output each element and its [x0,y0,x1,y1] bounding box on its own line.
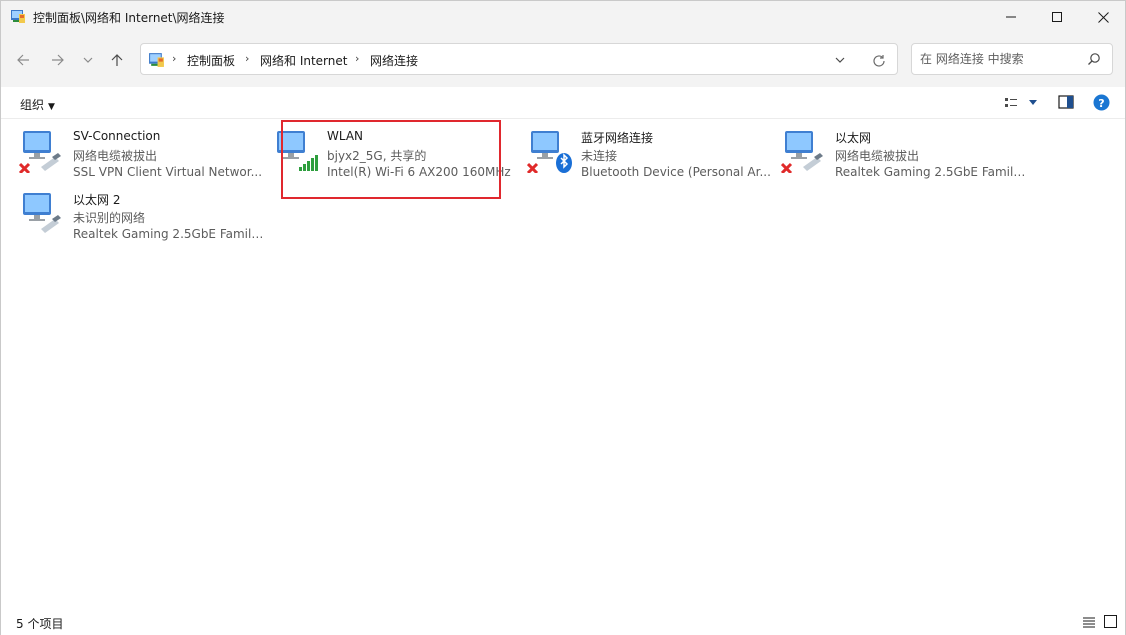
connection-item-wlan[interactable]: WLAN bjyx2_5G, 共享的 Intel(R) Wi-Fi 6 AX20… [273,119,523,179]
command-bar: 组织 ▼ ? [1,87,1125,119]
close-icon [1097,11,1109,23]
address-bar[interactable]: › 控制面板 › 网络和 Internet › 网络连接 [140,43,898,75]
search-input[interactable] [920,50,1080,68]
network-adapter-icon [19,131,61,173]
connection-device: Realtek Gaming 2.5GbE Family... [73,227,268,241]
breadcrumb-separator[interactable]: › [172,52,176,65]
connection-status: 未连接 [581,149,618,163]
network-adapter-icon [527,131,572,173]
connection-item-ethernet[interactable]: 以太网 网络电缆被拔出 Realtek Gaming 2.5GbE Family… [781,119,1031,179]
large-icons-view-icon[interactable] [1104,615,1117,628]
connections-view: SV-Connection 网络电缆被拔出 SSL VPN Client Vir… [1,119,1125,609]
refresh-icon[interactable] [871,53,887,69]
title-bar: 控制面板\网络和 Internet\网络连接 [1,1,1125,33]
connection-item-ethernet-2[interactable]: 以太网 2 未识别的网络 Realtek Gaming 2.5GbE Famil… [19,181,269,241]
connection-status: 网络电缆被拔出 [835,149,920,163]
view-options-icon[interactable] [1004,96,1018,110]
connection-status: 网络电缆被拔出 [73,149,158,163]
control-panel-icon [11,10,25,23]
maximize-button[interactable] [1034,1,1080,33]
back-button[interactable] [11,49,35,71]
connection-name: 以太网 [835,131,872,145]
connection-name: WLAN [327,129,364,143]
chevron-down-icon [83,57,93,63]
breadcrumb-network-internet[interactable]: 网络和 Internet [260,52,347,69]
navigation-bar: › 控制面板 › 网络和 Internet › 网络连接 [1,33,1125,87]
breadcrumb-control-panel[interactable]: 控制面板 [187,52,235,69]
caret-down-icon: ▼ [48,102,55,112]
connection-status: 未识别的网络 [73,211,146,225]
network-adapter-icon [781,131,823,173]
minimize-button[interactable] [988,1,1034,33]
organize-menu[interactable]: 组织 ▼ [20,96,55,113]
window-title: 控制面板\网络和 Internet\网络连接 [33,11,225,25]
item-count: 5 个项目 [16,617,64,631]
maximize-icon [1052,12,1062,22]
network-adapter-icon [23,193,61,233]
explorer-window: 控制面板\网络和 Internet\网络连接 › 控制面板 › 网络和 Inte… [0,0,1126,635]
arrow-left-icon [17,54,29,66]
recent-locations-button[interactable] [78,49,98,71]
connection-name: SV-Connection [73,129,161,143]
connection-device: Intel(R) Wi-Fi 6 AX200 160MHz [327,165,511,179]
up-button[interactable] [105,49,129,71]
help-icon[interactable]: ? [1093,94,1110,111]
network-adapter-icon [277,131,318,171]
breadcrumb-separator[interactable]: › [355,52,359,65]
close-button[interactable] [1080,1,1126,33]
connection-device: Bluetooth Device (Personal Ar... [581,165,771,179]
breadcrumb-network-connections[interactable]: 网络连接 [370,52,418,69]
forward-button[interactable] [46,49,70,71]
connection-item-bluetooth[interactable]: 蓝牙网络连接 未连接 Bluetooth Device (Personal Ar… [527,119,777,179]
control-panel-icon [149,53,164,67]
search-box[interactable] [911,43,1113,75]
connection-device: SSL VPN Client Virtual Networ... [73,165,263,179]
chevron-down-icon[interactable] [833,53,847,67]
breadcrumb-separator[interactable]: › [245,52,249,65]
connection-name: 蓝牙网络连接 [581,131,654,145]
arrow-up-icon [111,54,123,66]
svg-text:?: ? [1098,97,1104,110]
details-view-icon[interactable] [1082,615,1096,629]
status-bar: 5 个项目 [1,609,1125,635]
connection-item-sv-connection[interactable]: SV-Connection 网络电缆被拔出 SSL VPN Client Vir… [19,119,269,179]
preview-pane-icon[interactable] [1058,95,1074,109]
arrow-right-icon [52,54,64,66]
search-icon[interactable] [1087,52,1101,66]
connection-device: Realtek Gaming 2.5GbE Family... [835,165,1030,179]
minimize-icon [1006,16,1016,18]
connection-status: bjyx2_5G, 共享的 [327,149,427,163]
caret-down-icon[interactable] [1027,96,1039,108]
organize-label: 组织 [20,98,45,112]
connection-name: 以太网 2 [73,193,121,207]
